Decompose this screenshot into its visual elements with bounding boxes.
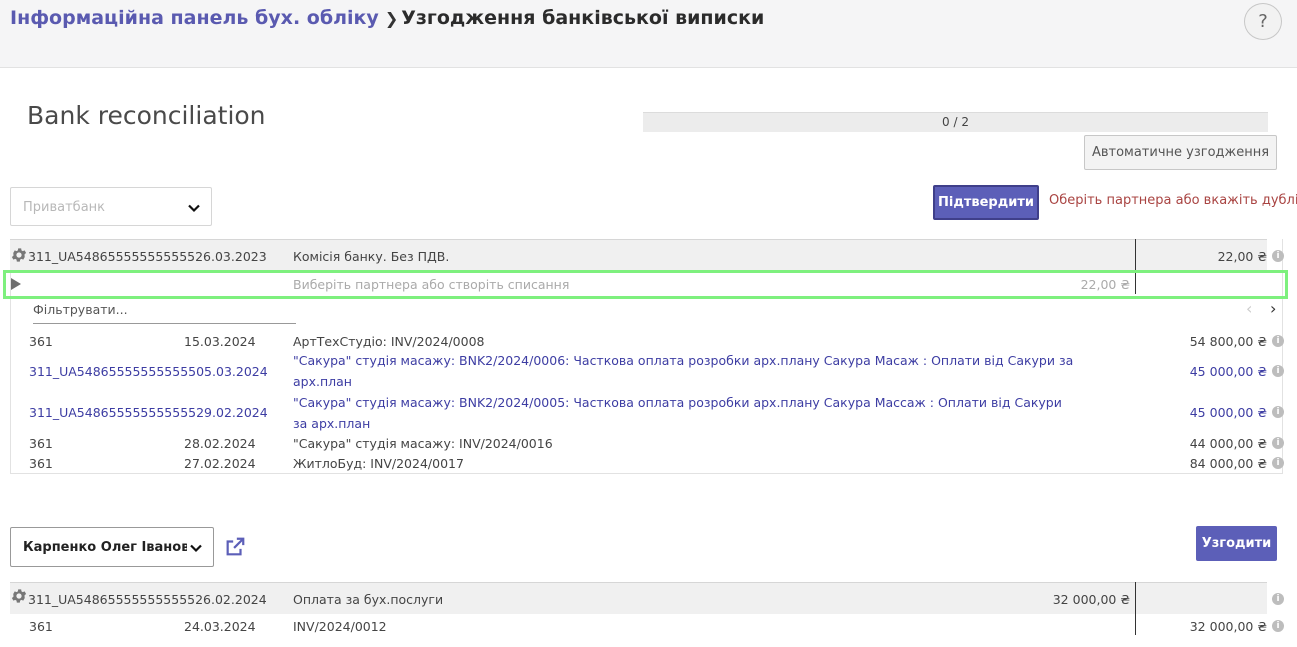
match-button[interactable]: Узгодити xyxy=(1196,526,1277,561)
candidate-label-line2[interactable]: за арх.план xyxy=(293,416,370,431)
info-icon[interactable]: i xyxy=(1272,437,1284,449)
candidate-amount: 54 800,00 ₴ xyxy=(1189,334,1267,349)
line-label: INV/2024/0012 xyxy=(293,619,387,634)
partner-select-value: Карпенко Олег Іванович xyxy=(23,540,187,555)
journal-select[interactable]: Приватбанк xyxy=(10,187,212,226)
info-icon[interactable]: i xyxy=(1272,620,1284,632)
line-date: 24.03.2024 xyxy=(184,619,256,634)
candidate-label-line2[interactable]: арх.план xyxy=(293,374,352,389)
candidate-account: 361 xyxy=(29,456,53,471)
auto-reconcile-button[interactable]: Автоматичне узгодження xyxy=(1084,135,1277,170)
breadcrumb: Інформаційна панель бух. обліку ❯ Узгоджен… xyxy=(10,7,764,29)
candidate-account[interactable]: 311_UA54865555555555529.02.2024 xyxy=(29,405,268,420)
candidate-account[interactable]: 311_UA54865555555555505.03.2024 xyxy=(29,364,268,379)
candidate-account: 361 xyxy=(29,334,53,349)
column-divider xyxy=(1135,582,1136,635)
page-title: Bank reconciliation xyxy=(27,101,266,130)
chevron-right-icon[interactable]: › xyxy=(1270,299,1276,318)
selected-line-amount: 22,00 ₴ xyxy=(1080,277,1130,292)
statement-ref: 311_UA54865555555555526.03.2023 xyxy=(28,249,267,264)
candidate-amount: 45 000,00 ₴ xyxy=(1189,405,1267,420)
gear-icon[interactable] xyxy=(10,246,28,264)
line-account: 361 xyxy=(29,619,53,634)
journal-select-value: Приватбанк xyxy=(23,200,106,215)
candidate-amount: 84 000,00 ₴ xyxy=(1189,456,1267,471)
breadcrumb-chevron-icon: ❯ xyxy=(384,9,399,28)
statement-amount: 22,00 ₴ xyxy=(1217,249,1267,264)
filter-input[interactable] xyxy=(33,302,296,317)
progress-bar: 0 / 2 xyxy=(643,112,1268,132)
statement-label: Комісія банку. Без ПДВ. xyxy=(293,249,450,264)
candidate-account: 361 xyxy=(29,436,53,451)
top-bar: Інформаційна панель бух. обліку ❯ Узгоджен… xyxy=(0,0,1297,68)
info-icon[interactable]: i xyxy=(1272,335,1284,347)
statement-amount: 32 000,00 ₴ xyxy=(1052,592,1130,607)
confirm-button[interactable]: Підтвердити xyxy=(933,185,1039,220)
warning-text: Оберіть партнера або вкажіть дублікат xyxy=(1049,193,1297,208)
candidate-amount: 44 000,00 ₴ xyxy=(1189,436,1267,451)
info-icon[interactable]: i xyxy=(1272,406,1284,418)
select-partner-placeholder[interactable]: Виберіть партнера або створіть списання xyxy=(293,277,569,292)
statement-ref: 311_UA54865555555555526.02.2024 xyxy=(28,592,267,607)
candidate-date: 27.02.2024 xyxy=(184,456,256,471)
help-button[interactable]: ? xyxy=(1244,3,1282,40)
candidate-label[interactable]: "Сакура" студія масажу: BNK2/2024/0005: … xyxy=(293,395,1062,410)
chevron-down-icon xyxy=(188,204,200,213)
chevron-down-icon xyxy=(190,544,202,553)
gear-icon[interactable] xyxy=(10,587,28,605)
candidate-label[interactable]: "Сакура" студія масажу: INV/2024/0016 xyxy=(293,436,553,451)
breadcrumb-parent-link[interactable]: Інформаційна панель бух. обліку xyxy=(10,7,379,29)
filter-field[interactable] xyxy=(33,302,296,324)
info-icon[interactable]: i xyxy=(1272,457,1284,469)
candidate-label[interactable]: АртТехСтудіо: INV/2024/0008 xyxy=(293,334,484,349)
candidate-date: 15.03.2024 xyxy=(184,334,256,349)
external-link-icon[interactable] xyxy=(224,536,246,558)
chevron-left-icon[interactable]: ‹ xyxy=(1246,299,1252,318)
candidate-label[interactable]: "Сакура" студія масажу: BNK2/2024/0006: … xyxy=(293,353,1073,368)
partner-select[interactable]: Карпенко Олег Іванович xyxy=(10,527,214,567)
candidate-date: 28.02.2024 xyxy=(184,436,256,451)
play-icon[interactable] xyxy=(11,278,21,290)
statement-label: Оплата за бух.послуги xyxy=(293,592,444,607)
line-amount: 32 000,00 ₴ xyxy=(1189,619,1267,634)
info-icon[interactable]: i xyxy=(1272,365,1284,377)
info-icon[interactable]: i xyxy=(1272,250,1284,262)
info-icon[interactable]: i xyxy=(1272,593,1284,605)
candidate-label[interactable]: ЖитлоБуд: INV/2024/0017 xyxy=(293,456,464,471)
candidate-amount: 45 000,00 ₴ xyxy=(1189,364,1267,379)
progress-text: 0 / 2 xyxy=(942,115,969,129)
breadcrumb-current: Узгодження банківської виписки xyxy=(401,7,765,29)
